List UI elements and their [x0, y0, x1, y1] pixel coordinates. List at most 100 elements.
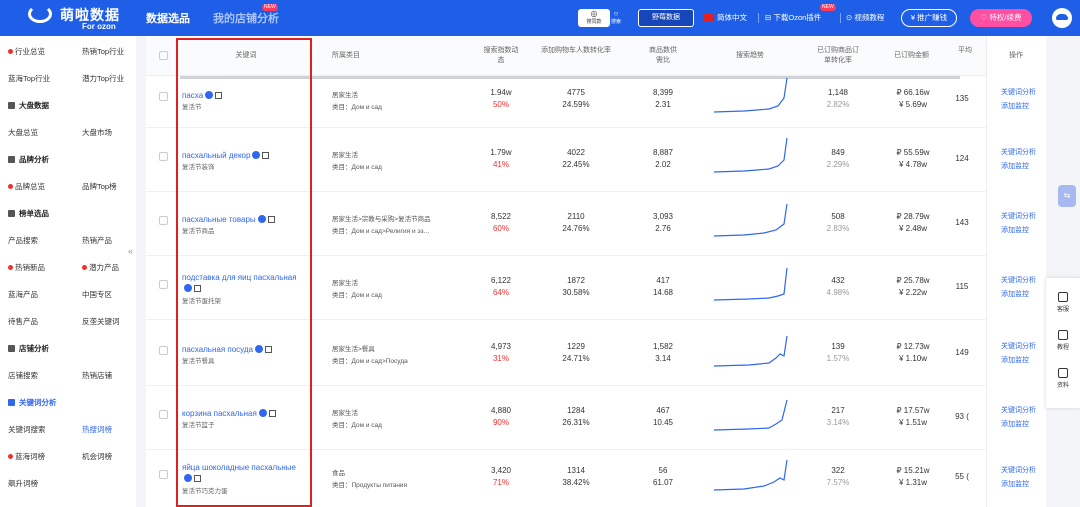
collapse-sidebar-icon[interactable]: «: [128, 246, 133, 256]
add-monitor-link[interactable]: 添加监控: [1001, 478, 1036, 492]
header-order-conversion[interactable]: 已订购商品订单转化率: [816, 46, 860, 66]
divider: [840, 13, 841, 23]
tab-data-selection[interactable]: 数据选品: [146, 10, 190, 26]
sidebar-item[interactable]: 品牌Top榜: [82, 181, 117, 192]
header-category: 所属类目: [332, 52, 360, 59]
row-checkbox[interactable]: [159, 470, 168, 479]
sidebar-item-label: 潜力Top行业: [82, 74, 125, 83]
customer-service-button[interactable]: 客服: [1052, 292, 1074, 313]
sidebar-item[interactable]: 蓝海产品: [8, 289, 38, 300]
language-selector[interactable]: 简体中文: [704, 12, 747, 23]
tutorial-button[interactable]: 教程: [1052, 330, 1074, 351]
sidebar-item[interactable]: 产品搜索: [8, 235, 38, 246]
sidebar-item[interactable]: 行业总览: [8, 46, 45, 57]
goods-count-rate: 2.02: [655, 160, 671, 169]
row-checkbox[interactable]: [159, 346, 168, 355]
sidebar-item[interactable]: 大盘数据: [8, 100, 49, 111]
sidebar-item[interactable]: 反垄关键词: [82, 316, 120, 327]
search-index: 4,880: [490, 406, 512, 415]
search-trend-sparkline: [714, 203, 788, 237]
order-amount-cny: ¥ 1.51w: [898, 418, 928, 427]
keyword-analysis-link[interactable]: 关键词分析: [1001, 464, 1036, 478]
sidebar-item[interactable]: 蓝海词榜: [8, 451, 45, 462]
add-monitor-link[interactable]: 添加监控: [1001, 160, 1036, 174]
sidebar-item[interactable]: 机会词榜: [82, 451, 112, 462]
goods-count: 8,399: [652, 88, 674, 97]
add-monitor-link[interactable]: 添加监控: [1001, 418, 1036, 432]
sidebar-item-label: 待售产品: [8, 317, 38, 326]
side-tool-icon[interactable]: ⇆: [1058, 185, 1076, 207]
sidebar-item-label: 大盘数据: [19, 101, 49, 110]
sidebar-item[interactable]: 热搜词榜: [82, 424, 112, 435]
row-checkbox[interactable]: [159, 152, 168, 161]
category-path: 居家生活: [332, 152, 358, 159]
header-average[interactable]: 平均: [958, 46, 972, 56]
row-checkbox[interactable]: [159, 92, 168, 101]
vip-button[interactable]: ♡ 特权/续费: [970, 9, 1032, 27]
promo-button[interactable]: ¥ 推广赚钱: [901, 9, 957, 27]
order-count: 217: [831, 406, 845, 415]
sidebar-item[interactable]: 关键词分析: [8, 397, 57, 408]
sidebar-item[interactable]: 蓝海Top行业: [8, 73, 50, 84]
sidebar-item[interactable]: 飙升词榜: [8, 478, 38, 489]
sidebar-item[interactable]: 热销产品: [82, 235, 112, 246]
row-checkbox[interactable]: [159, 216, 168, 225]
sidebar-item-label: 热销Top行业: [82, 47, 125, 56]
header-goods-ratio[interactable]: 商品数供需比: [646, 46, 680, 66]
sidebar-item[interactable]: 潜力产品: [82, 262, 119, 273]
add-monitor-link[interactable]: 添加监控: [1001, 288, 1036, 302]
header-search-index[interactable]: 搜索指数动态: [481, 46, 521, 66]
sidebar-item[interactable]: 大盘市场: [82, 127, 112, 138]
tab-my-store-analysis[interactable]: 我的店铺分析: [213, 10, 279, 26]
sidebar-item[interactable]: 大盘总览: [8, 127, 38, 138]
user-avatar[interactable]: [1052, 8, 1072, 28]
docs-button[interactable]: 资料: [1052, 368, 1074, 389]
video-tutorial-link[interactable]: ⊙ 视频教程: [846, 12, 884, 23]
sidebar-item[interactable]: 品牌分析: [8, 154, 49, 165]
add-monitor-link[interactable]: 添加监控: [1001, 100, 1036, 114]
cart-count-rate: 24.59%: [562, 100, 590, 109]
keyword-analysis-link[interactable]: 关键词分析: [1001, 210, 1036, 224]
sidebar-item-label: 大盘总览: [8, 128, 38, 137]
sidebar-item[interactable]: 店铺搜索: [8, 370, 38, 381]
header-order-amount[interactable]: 已订购金额: [894, 51, 929, 61]
goods-count: 3,093: [652, 212, 674, 221]
sidebar-item[interactable]: 关键词搜索: [8, 424, 46, 435]
sidebar-item[interactable]: 热销新品: [8, 262, 45, 273]
row-checkbox[interactable]: [159, 410, 168, 419]
keyword-analysis-link[interactable]: 关键词分析: [1001, 404, 1036, 418]
headset-icon: [1058, 292, 1068, 302]
add-monitor-link[interactable]: 添加监控: [1001, 354, 1036, 368]
select-all-checkbox[interactable]: [159, 51, 168, 60]
sidebar-item[interactable]: 待售产品: [8, 316, 38, 327]
keyword-analysis-link[interactable]: 关键词分析: [1001, 146, 1036, 160]
sidebar-item[interactable]: 榜单选品: [8, 208, 49, 219]
download-plugin-link[interactable]: ⊟ 下载Ozon插件: [765, 12, 821, 23]
keyword-analysis-link[interactable]: 关键词分析: [1001, 274, 1036, 288]
wild-data-button[interactable]: 野莓数据: [638, 9, 694, 27]
sidebar-item[interactable]: 热销Top行业: [82, 46, 124, 57]
sidebar-item[interactable]: 热销店铺: [82, 370, 112, 381]
sidebar-row: 待售产品 反垄关键词: [0, 306, 136, 333]
sidebar-item[interactable]: 潜力Top行业: [82, 73, 124, 84]
sidebar-item[interactable]: 中国专区: [82, 289, 112, 300]
row-checkbox[interactable]: [159, 280, 168, 289]
hot-dot-icon: [8, 265, 13, 270]
add-monitor-link[interactable]: 添加监控: [1001, 224, 1036, 238]
sidebar-item[interactable]: 店铺分析: [8, 343, 49, 354]
hot-dot-icon: [82, 265, 87, 270]
search-button[interactable]: ○ 搜索: [604, 9, 628, 27]
app-logo[interactable]: 萌啦数据 For ozon: [8, 3, 128, 33]
keyword-analysis-link[interactable]: 关键词分析: [1001, 86, 1036, 100]
operations-column: 操作 关键词分析 添加监控 关键词分析 添加监控 关键词分析 添加监控 关键词分析 添加监控关…: [986, 36, 1046, 507]
search-index: 4,973: [490, 342, 512, 351]
header-cart-conversion[interactable]: 添加购物车人数转化率: [538, 46, 614, 56]
sidebar-item-label: 行业总览: [15, 47, 45, 56]
logo-icon: [28, 5, 52, 23]
search-index-rate: 71%: [492, 478, 509, 487]
average-value: 124: [955, 154, 969, 163]
trend-line: [714, 335, 788, 367]
goods-count: 417: [656, 276, 670, 285]
keyword-analysis-link[interactable]: 关键词分析: [1001, 340, 1036, 354]
sidebar-item[interactable]: 品牌总览: [8, 181, 45, 192]
